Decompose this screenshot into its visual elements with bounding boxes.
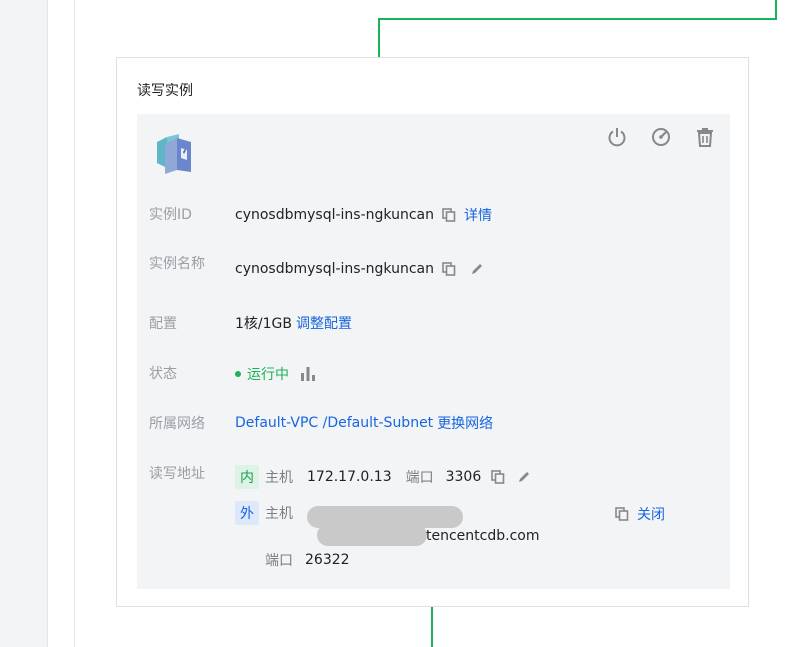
topology-connector <box>775 0 777 20</box>
label-instance-id: 实例ID <box>149 207 192 223</box>
copy-icon[interactable] <box>611 503 633 525</box>
external-port-line: 端口 26322 <box>265 550 350 570</box>
copy-icon[interactable] <box>487 466 509 488</box>
instance-id-value: cynosdbmysql-ins-ngkuncan <box>235 207 434 223</box>
instance-card: 实例ID cynosdbmysql-ins-ngkuncan 详情 实例名称 c… <box>137 114 730 589</box>
redacted-host <box>317 524 427 546</box>
adjust-config-link[interactable]: 调整配置 <box>296 313 352 333</box>
close-external-group: 关闭 <box>611 503 665 525</box>
monitor-chart-icon[interactable] <box>297 363 319 385</box>
change-network-link[interactable]: 更换网络 <box>437 413 493 433</box>
content-divider <box>74 0 75 647</box>
copy-icon[interactable] <box>438 204 460 226</box>
label-instance-name: 实例名称 <box>149 256 205 272</box>
port-label: 端口 <box>265 553 293 569</box>
host-label: 主机 <box>265 506 293 522</box>
topology-connector <box>378 18 777 20</box>
vpc-subnet-link[interactable]: Default-VPC /Default-Subnet <box>235 415 433 431</box>
trash-icon[interactable] <box>690 122 720 152</box>
label-status: 状态 <box>149 366 177 382</box>
edit-pencil-icon[interactable] <box>513 466 535 488</box>
panel-title: 读写实例 <box>137 83 193 99</box>
instance-name-value: cynosdbmysql-ins-ngkuncan <box>235 261 434 277</box>
instance-actions <box>602 122 720 152</box>
speed-gauge-icon[interactable] <box>646 122 676 152</box>
host-label: 主机 <box>265 470 293 486</box>
label-config: 配置 <box>149 316 177 332</box>
internal-tag: 内 <box>235 465 259 489</box>
status-dot <box>235 371 241 377</box>
topology-connector <box>431 606 433 647</box>
internal-address: 内 主机 172.17.0.13 端口 3306 <box>235 465 535 489</box>
edit-pencil-icon[interactable] <box>466 258 488 280</box>
internal-host-value: 172.17.0.13 <box>307 469 392 485</box>
external-address: 外 主机 <box>235 501 293 525</box>
close-external-link[interactable]: 关闭 <box>637 504 665 524</box>
status-value: 运行中 <box>247 367 289 383</box>
external-host-suffix: tencentcdb.com <box>426 528 540 544</box>
database-instance-icon <box>153 128 197 176</box>
external-tag: 外 <box>235 501 259 525</box>
port-label: 端口 <box>405 470 434 486</box>
external-host-suffix-line: tencentcdb.com <box>426 528 539 544</box>
internal-port-value: 3306 <box>445 469 482 485</box>
left-sidebar <box>0 0 48 647</box>
power-icon[interactable] <box>602 122 632 152</box>
read-write-instance-panel: 读写实例 实例ID cynosdbmysql-ins-ngkuncan 详情 实… <box>116 57 749 607</box>
external-port-value: 26322 <box>305 552 350 568</box>
label-network: 所属网络 <box>149 416 205 432</box>
copy-icon[interactable] <box>438 258 460 280</box>
details-link[interactable]: 详情 <box>464 205 492 225</box>
redacted-host <box>309 508 321 522</box>
label-address: 读写地址 <box>149 466 205 482</box>
topology-connector <box>378 18 380 58</box>
config-value: 1核/1GB <box>235 316 292 332</box>
